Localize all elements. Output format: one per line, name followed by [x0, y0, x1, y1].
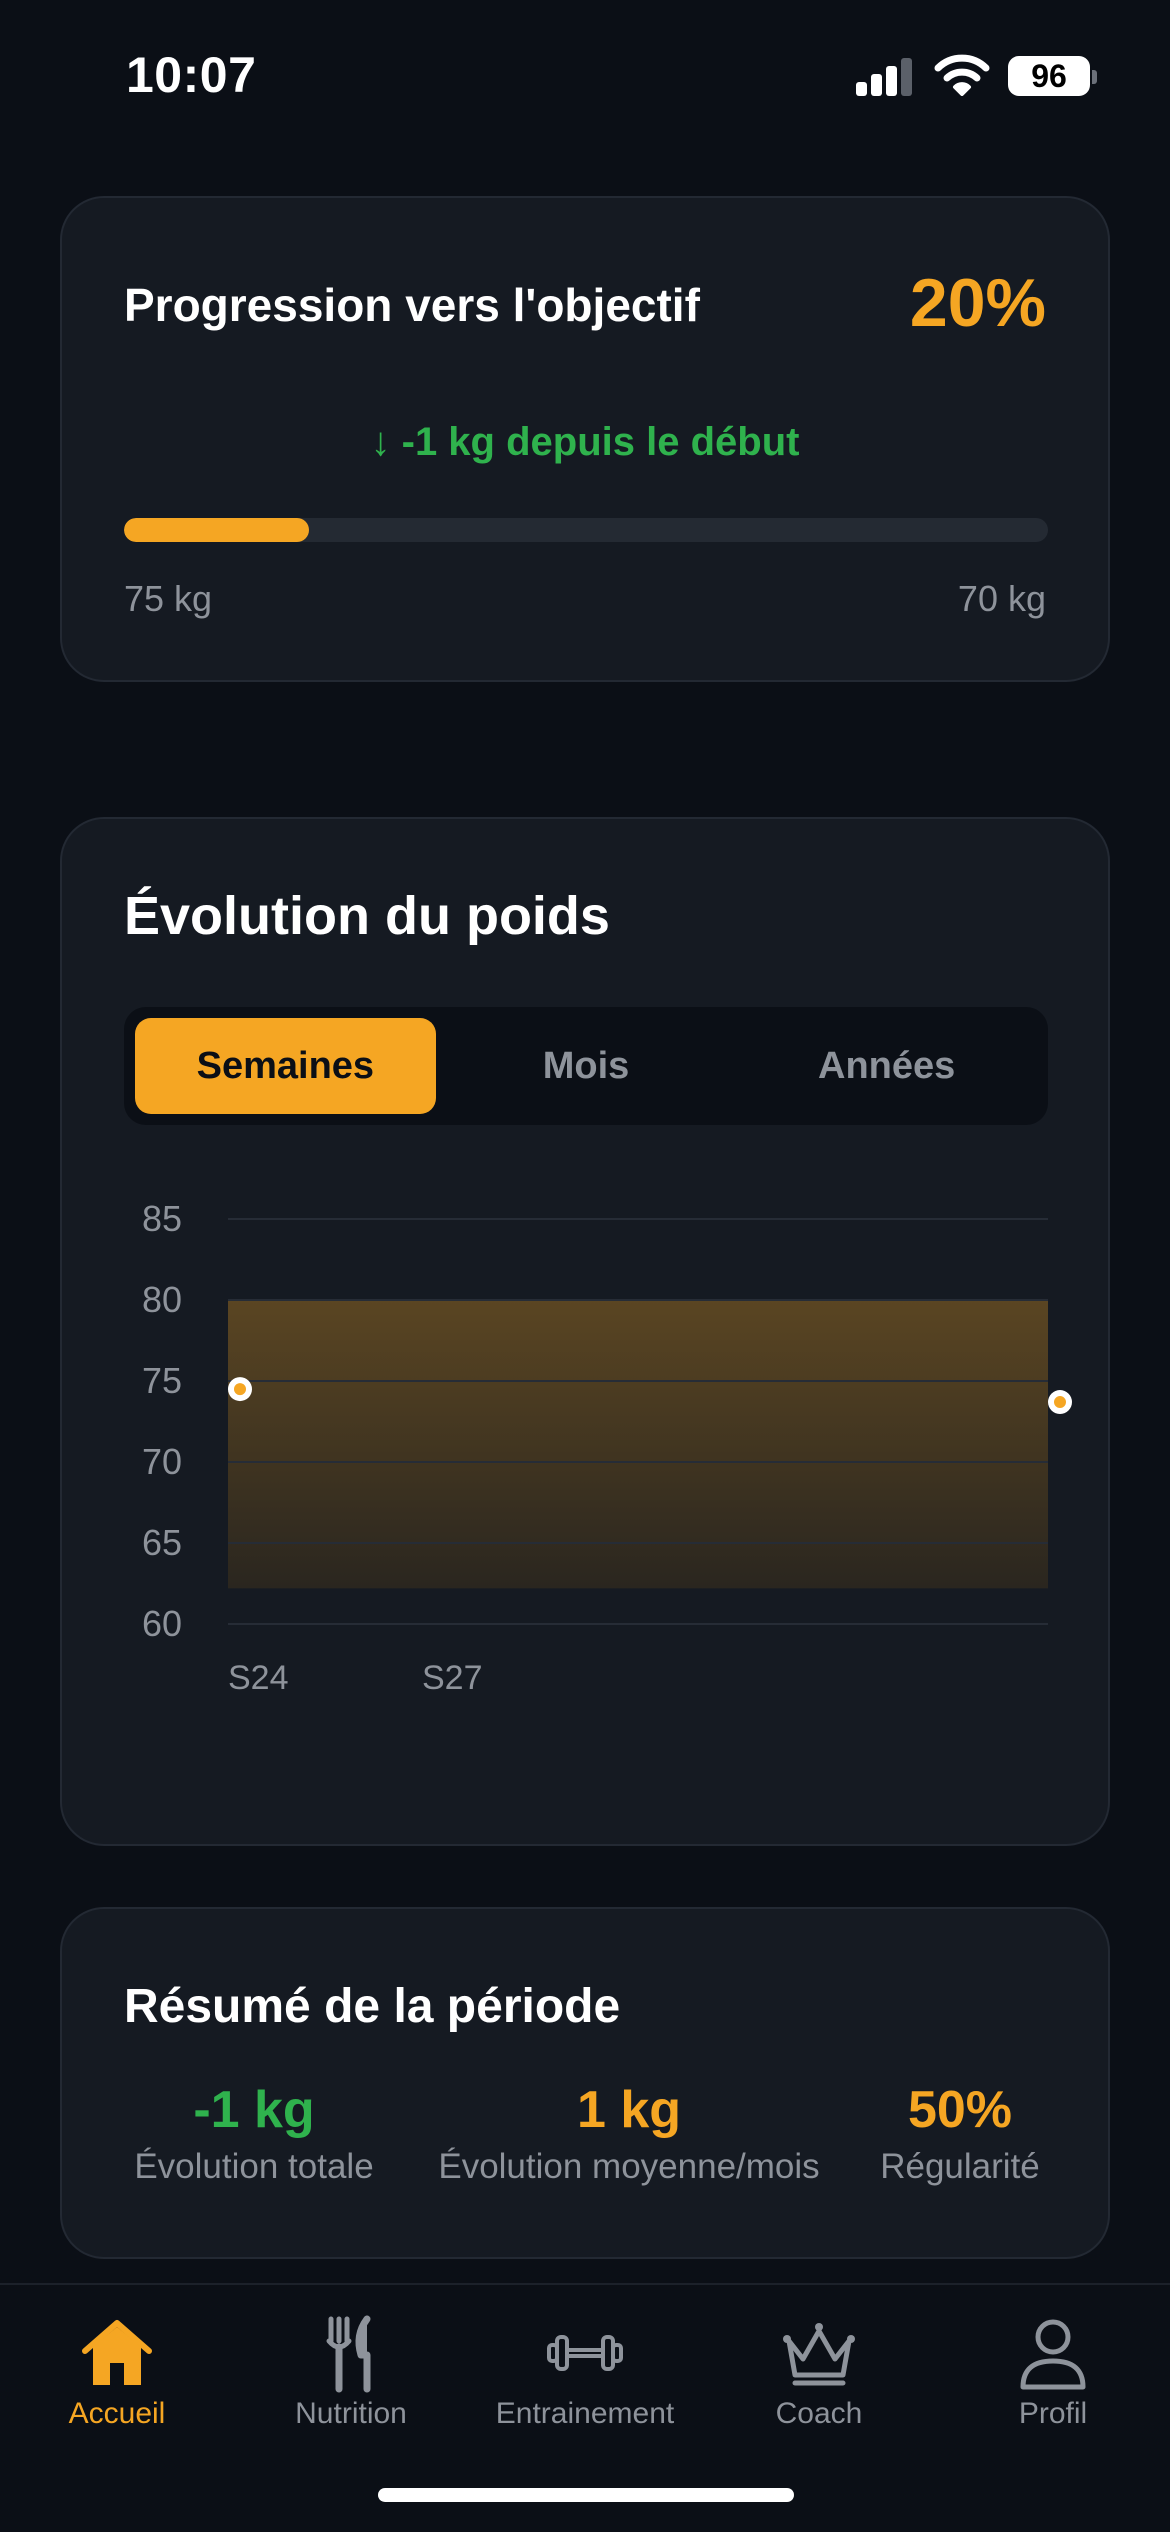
tab-coach[interactable]: Coach: [702, 2303, 936, 2453]
segment-years[interactable]: Années: [736, 1018, 1037, 1114]
tab-label: Nutrition: [295, 2397, 407, 2430]
weight-title: Évolution du poids: [124, 886, 610, 946]
status-bar: 10:07 96: [0, 0, 1170, 150]
battery-icon: 96: [1008, 56, 1090, 96]
tab-nutrition[interactable]: Nutrition: [234, 2303, 468, 2453]
goal-progress-bar: [124, 518, 1048, 542]
chart-x-tick-label: S24: [228, 1659, 289, 1697]
weight-chart-svg: [228, 1218, 1072, 1625]
status-time: 10:07: [126, 47, 257, 103]
goal-change-text: ↓ -1 kg depuis le début: [370, 420, 800, 464]
tab-profil[interactable]: Profil: [936, 2303, 1170, 2453]
chart-y-tick-label: 70: [141, 1441, 182, 1482]
signal-icon: [856, 58, 914, 96]
goal-progress-fill: [124, 518, 309, 542]
period-segmented-control: Semaines Mois Années: [124, 1007, 1048, 1125]
stat-label: Régularité: [880, 2147, 1040, 2186]
stat-label: Évolution moyenne/mois: [438, 2147, 820, 2186]
tab-label: Accueil: [68, 2397, 166, 2430]
dumbbell-icon: [547, 2335, 623, 2371]
chart-range-band: [228, 1300, 1048, 1589]
chart-y-tick-label: 65: [141, 1522, 182, 1563]
summary-title: Résumé de la période: [124, 1980, 621, 2033]
goal-start-weight: 75 kg: [124, 578, 213, 619]
chart-y-tick-label: 80: [141, 1279, 182, 1320]
tab-entrainement[interactable]: Entrainement: [468, 2303, 702, 2453]
segment-weeks[interactable]: Semaines: [135, 1018, 436, 1114]
tab-label: Coach: [775, 2397, 863, 2430]
chart-y-tick-label: 60: [141, 1603, 182, 1644]
stat-average-change: 1 kg Évolution moyenne/mois: [424, 2079, 834, 2187]
period-summary-card: Résumé de la période -1 kg Évolution tot…: [60, 1907, 1110, 2259]
tab-label: Entrainement: [495, 2397, 675, 2430]
segment-months[interactable]: Mois: [436, 1018, 737, 1114]
goal-target-weight: 70 kg: [957, 578, 1046, 619]
stat-regularity: 50% Régularité: [870, 2079, 1050, 2187]
tab-label: Profil: [1018, 2397, 1088, 2430]
crown-icon: [783, 2323, 855, 2386]
stat-value: 50%: [907, 2081, 1013, 2139]
person-icon: [1020, 2319, 1086, 2390]
stat-value: -1 kg: [193, 2081, 315, 2139]
chart-y-tick-label: 75: [141, 1360, 182, 1401]
chart-x-tick-label: S27: [422, 1659, 483, 1697]
wifi-icon: [934, 54, 990, 96]
stat-label: Évolution totale: [134, 2147, 374, 2186]
chart-data-point-dot: [1054, 1396, 1066, 1409]
chart-y-tick-label: 85: [141, 1198, 182, 1239]
stat-total-change: -1 kg Évolution totale: [124, 2079, 384, 2187]
tab-accueil[interactable]: Accueil: [0, 2303, 234, 2453]
fork-knife-icon: [326, 2315, 371, 2393]
stat-value: 1 kg: [576, 2081, 682, 2139]
goal-progress-card: Progression vers l'objectif 20% ↓ -1 kg …: [60, 196, 1110, 682]
chart-data-point-dot: [234, 1383, 246, 1396]
weight-chart: 85 80 75 70 65 60 S24 S27: [62, 1159, 1112, 1697]
goal-title: Progression vers l'objectif: [124, 279, 700, 331]
goal-percent: 20%: [909, 265, 1046, 341]
home-icon: [82, 2320, 152, 2385]
home-indicator: [378, 2488, 794, 2502]
app-screen: 10:07 96 Progression vers l'objectif 20%…: [0, 0, 1170, 2532]
battery-tip: [1092, 70, 1097, 84]
weight-evolution-card: Évolution du poids Semaines Mois Années …: [60, 817, 1110, 1846]
